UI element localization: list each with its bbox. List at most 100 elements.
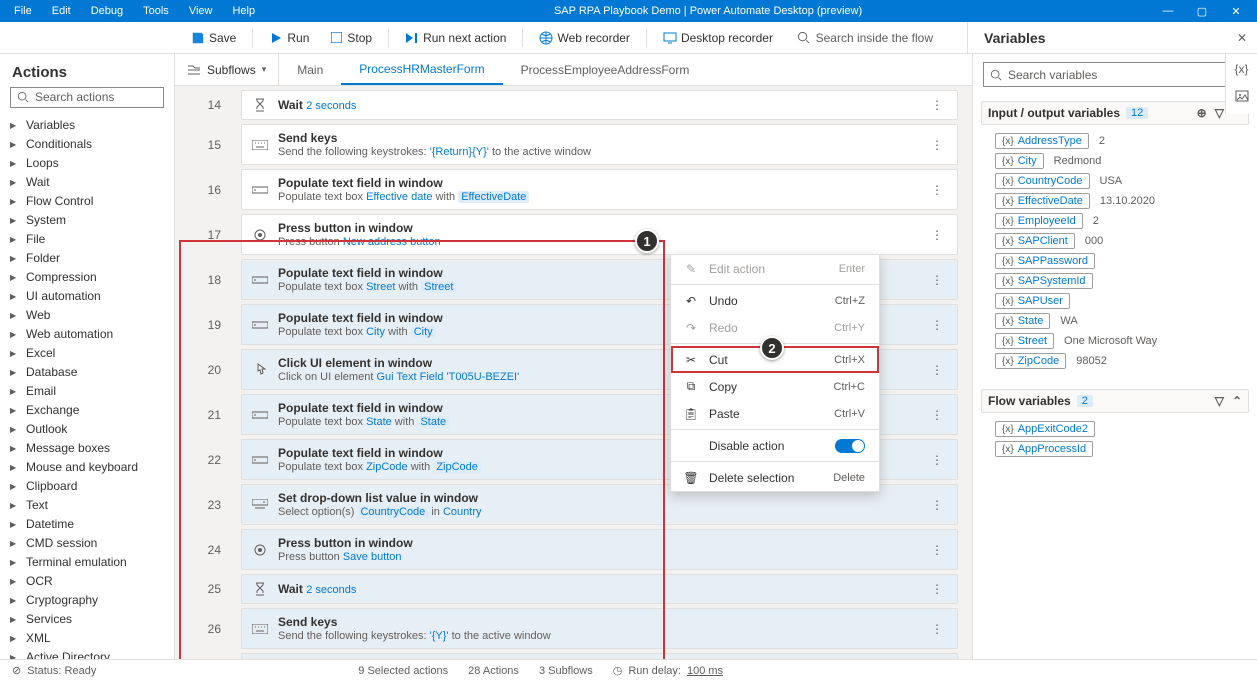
flow-var-appprocessid[interactable]: {x}AppProcessId xyxy=(995,441,1249,457)
category-datetime[interactable]: ▶Datetime xyxy=(0,515,174,534)
ctx-paste[interactable]: 📋︎PasteCtrl+V xyxy=(671,400,879,427)
category-wait[interactable]: ▶Wait xyxy=(0,173,174,192)
toggle-switch[interactable] xyxy=(835,439,865,453)
category-flow-control[interactable]: ▶Flow Control xyxy=(0,192,174,211)
close-button[interactable]: ✕ xyxy=(1219,5,1253,18)
more-icon[interactable]: ⋮ xyxy=(927,98,947,112)
more-icon[interactable]: ⋮ xyxy=(927,318,947,332)
category-folder[interactable]: ▶Folder xyxy=(0,249,174,268)
menu-edit[interactable]: Edit xyxy=(42,2,81,20)
io-var-sapsystemid[interactable]: {x}SAPSystemId xyxy=(995,273,1249,289)
io-var-street[interactable]: {x}StreetOne Microsoft Way xyxy=(995,333,1249,349)
close-variables-icon[interactable]: ✕ xyxy=(1237,31,1247,45)
category-loops[interactable]: ▶Loops xyxy=(0,154,174,173)
more-icon[interactable]: ⋮ xyxy=(927,622,947,636)
step-card[interactable]: Send keysSend the following keystrokes: … xyxy=(241,608,958,649)
chevron-up-icon[interactable]: ⌃ xyxy=(1232,394,1242,408)
run-next-button[interactable]: Run next action xyxy=(397,28,514,48)
desktop-recorder-button[interactable]: Desktop recorder xyxy=(655,28,781,48)
add-icon[interactable]: ⊕ xyxy=(1197,106,1207,120)
category-text[interactable]: ▶Text xyxy=(0,496,174,515)
tab-main[interactable]: Main xyxy=(279,54,341,85)
tab-processhrmasterform[interactable]: ProcessHRMasterForm xyxy=(341,54,502,85)
more-icon[interactable]: ⋮ xyxy=(927,408,947,422)
ctx-undo[interactable]: ↶UndoCtrl+Z xyxy=(671,287,879,314)
category-conditionals[interactable]: ▶Conditionals xyxy=(0,135,174,154)
more-icon[interactable]: ⋮ xyxy=(927,543,947,557)
category-cmd-session[interactable]: ▶CMD session xyxy=(0,534,174,553)
step-card[interactable]: Wait 2 seconds⋮ xyxy=(241,574,958,604)
category-mouse-and-keyboard[interactable]: ▶Mouse and keyboard xyxy=(0,458,174,477)
menu-help[interactable]: Help xyxy=(222,2,265,20)
variables-search[interactable]: Search variables xyxy=(983,62,1247,87)
more-icon[interactable]: ⋮ xyxy=(927,228,947,242)
step-card[interactable]: Press button in windowPress button Save … xyxy=(241,529,958,570)
more-icon[interactable]: ⋮ xyxy=(927,138,947,152)
io-var-employeeid[interactable]: {x}EmployeeId2 xyxy=(995,213,1249,229)
maximize-button[interactable]: ▢ xyxy=(1185,5,1219,18)
run-delay-value[interactable]: 100 ms xyxy=(687,665,723,677)
flow-vars-header[interactable]: Flow variables 2 ▽ ⌃ xyxy=(981,389,1249,413)
menu-view[interactable]: View xyxy=(179,2,223,20)
io-var-zipcode[interactable]: {x}ZipCode98052 xyxy=(995,353,1249,369)
ctx-disable[interactable]: Disable action xyxy=(671,432,879,459)
ctx-delete[interactable]: 🗑︎Delete selectionDelete xyxy=(671,464,879,491)
web-recorder-button[interactable]: Web recorder xyxy=(531,28,637,48)
io-var-countrycode[interactable]: {x}CountryCodeUSA xyxy=(995,173,1249,189)
category-ocr[interactable]: ▶OCR xyxy=(0,572,174,591)
menu-debug[interactable]: Debug xyxy=(81,2,133,20)
run-button[interactable]: Run xyxy=(261,28,317,48)
category-web[interactable]: ▶Web xyxy=(0,306,174,325)
menu-file[interactable]: File xyxy=(4,2,42,20)
tab-processemployeeaddressform[interactable]: ProcessEmployeeAddressForm xyxy=(503,54,708,85)
more-icon[interactable]: ⋮ xyxy=(927,582,947,596)
filter-icon[interactable]: ▽ xyxy=(1215,106,1224,120)
category-excel[interactable]: ▶Excel xyxy=(0,344,174,363)
more-icon[interactable]: ⋮ xyxy=(927,453,947,467)
category-system[interactable]: ▶System xyxy=(0,211,174,230)
category-variables[interactable]: ▶Variables xyxy=(0,116,174,135)
more-icon[interactable]: ⋮ xyxy=(927,273,947,287)
io-var-sappassword[interactable]: {x}SAPPassword xyxy=(995,253,1249,269)
io-var-sapuser[interactable]: {x}SAPUser xyxy=(995,293,1249,309)
category-compression[interactable]: ▶Compression xyxy=(0,268,174,287)
category-clipboard[interactable]: ▶Clipboard xyxy=(0,477,174,496)
more-icon[interactable]: ⋮ xyxy=(927,363,947,377)
save-button[interactable]: Save xyxy=(183,28,244,48)
ctx-copy[interactable]: ⧉CopyCtrl+C xyxy=(671,373,879,400)
category-outlook[interactable]: ▶Outlook xyxy=(0,420,174,439)
actions-search[interactable]: Search actions xyxy=(10,87,164,108)
category-services[interactable]: ▶Services xyxy=(0,610,174,629)
category-message-boxes[interactable]: ▶Message boxes xyxy=(0,439,174,458)
variables-gutter-icon[interactable]: {x} xyxy=(1234,62,1248,76)
category-active-directory[interactable]: ▶Active Directory xyxy=(0,648,174,659)
filter-icon[interactable]: ▽ xyxy=(1215,394,1224,408)
subflows-dropdown[interactable]: Subflows ▾ xyxy=(175,54,279,85)
io-var-state[interactable]: {x}StateWA xyxy=(995,313,1249,329)
step-card[interactable]: Wait 2 seconds⋮ xyxy=(241,90,958,120)
io-var-addresstype[interactable]: {x}AddressType2 xyxy=(995,133,1249,149)
category-terminal-emulation[interactable]: ▶Terminal emulation xyxy=(0,553,174,572)
stop-button[interactable]: Stop xyxy=(321,28,380,48)
step-card[interactable]: Press button in windowPress button New a… xyxy=(241,214,958,255)
io-vars-header[interactable]: Input / output variables 12 ⊕ ▽ ⌃ xyxy=(981,101,1249,125)
step-card[interactable]: Send keysSend the following keystrokes: … xyxy=(241,124,958,165)
io-var-city[interactable]: {x}CityRedmond xyxy=(995,153,1249,169)
more-icon[interactable]: ⋮ xyxy=(927,498,947,512)
category-email[interactable]: ▶Email xyxy=(0,382,174,401)
menu-tools[interactable]: Tools xyxy=(133,2,179,20)
io-var-sapclient[interactable]: {x}SAPClient000 xyxy=(995,233,1249,249)
flow-var-appexitcode2[interactable]: {x}AppExitCode2 xyxy=(995,421,1249,437)
category-web-automation[interactable]: ▶Web automation xyxy=(0,325,174,344)
category-exchange[interactable]: ▶Exchange xyxy=(0,401,174,420)
step-card[interactable]: Press button in windowPress button Gui B… xyxy=(241,653,958,659)
images-gutter-icon[interactable] xyxy=(1235,90,1249,102)
category-file[interactable]: ▶File xyxy=(0,230,174,249)
step-card[interactable]: Populate text field in windowPopulate te… xyxy=(241,169,958,210)
category-cryptography[interactable]: ▶Cryptography xyxy=(0,591,174,610)
flow-search[interactable]: Search inside the flow xyxy=(797,31,963,45)
category-ui-automation[interactable]: ▶UI automation xyxy=(0,287,174,306)
category-xml[interactable]: ▶XML xyxy=(0,629,174,648)
more-icon[interactable]: ⋮ xyxy=(927,183,947,197)
minimize-button[interactable]: — xyxy=(1151,5,1185,18)
